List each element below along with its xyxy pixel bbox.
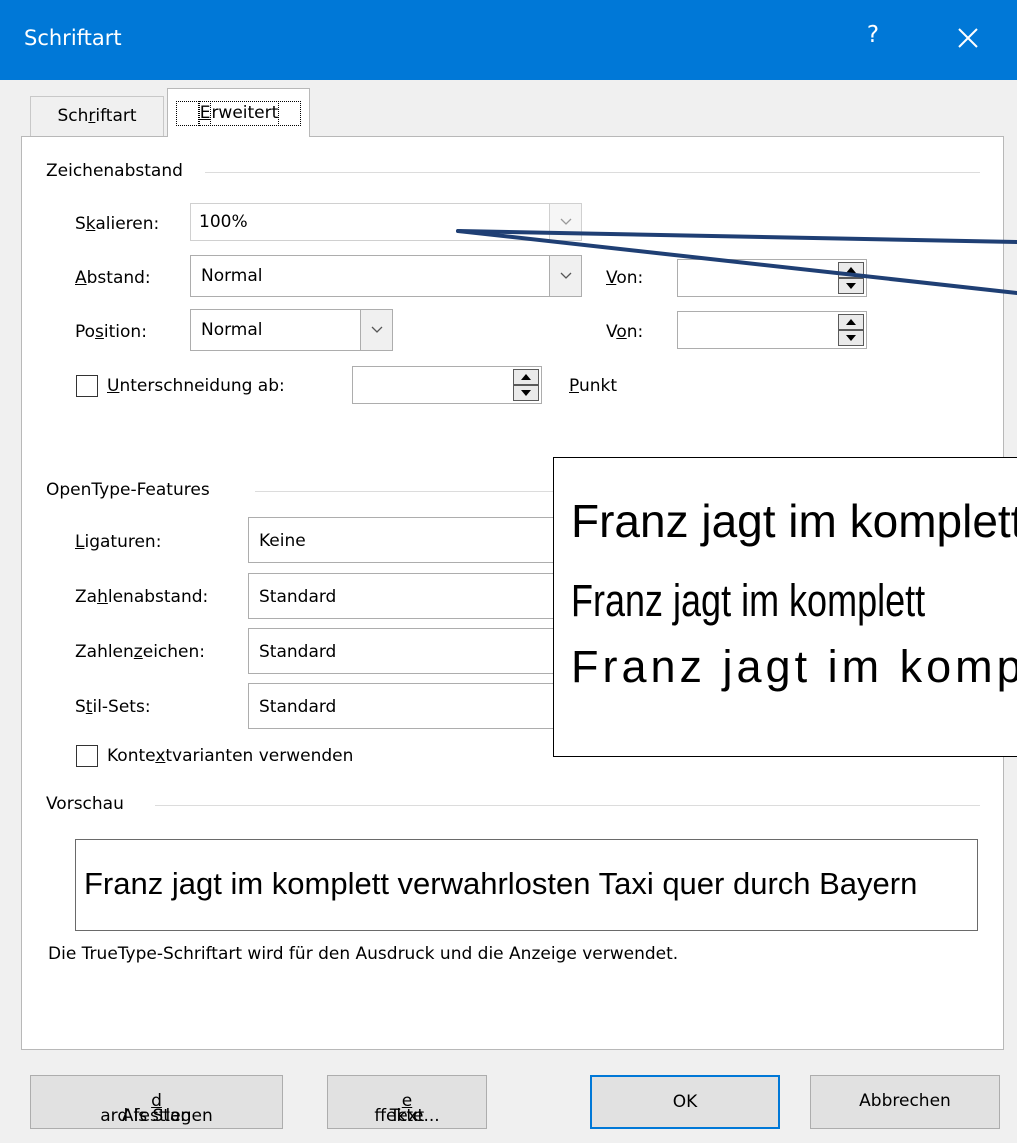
callout-line-condensed: Franz jagt im komplett — [571, 575, 926, 626]
spacing-by-label: Von: — [606, 268, 644, 288]
button-label: Abbrechen — [859, 1091, 951, 1111]
chevron-down-icon — [371, 326, 383, 333]
spin-up-button[interactable] — [838, 314, 864, 330]
tab-erweitert[interactable]: Erweitert — [167, 88, 310, 137]
spin-up-button[interactable] — [513, 369, 539, 385]
text-effects-button[interactable]: Text e ffekte... — [327, 1075, 487, 1129]
tab-schriftart[interactable]: Schriftart — [30, 96, 164, 136]
button-label: OK — [672, 1092, 698, 1112]
callout-line-normal: Franz jagt im komplett — [571, 495, 1017, 547]
position-by-label: Von: — [606, 322, 644, 342]
group-opentype: OpenType-Features — [46, 480, 218, 500]
kerning-checkbox[interactable] — [76, 375, 98, 397]
group-zeichenabstand: Zeichenabstand — [46, 161, 191, 181]
scale-label: Skalieren: — [75, 214, 160, 234]
group-vorschau: Vorschau — [46, 794, 132, 814]
preview-note: Die TrueType-Schriftart wird für den Aus… — [48, 944, 679, 964]
arrow-down-icon — [846, 335, 856, 341]
number-spacing-label: Zahlenabstand: — [75, 587, 209, 607]
group-divider — [205, 172, 980, 173]
stylistic-sets-value: Standard — [259, 697, 337, 717]
spin-down-button[interactable] — [838, 330, 864, 346]
scale-dropdown-button[interactable] — [549, 204, 581, 240]
stylistic-sets-combobox[interactable]: Standard — [248, 683, 568, 729]
ok-button[interactable]: OK — [590, 1075, 780, 1129]
ligatures-label: Ligaturen: — [75, 532, 162, 552]
button-label: Text e ffekte... — [374, 1091, 440, 1126]
set-default-button[interactable]: Als Stan d ard festlegen — [30, 1075, 283, 1129]
help-button[interactable]: ? — [862, 22, 884, 48]
kerning-unit-label: Punkt — [569, 376, 618, 396]
arrow-down-icon — [846, 283, 856, 289]
close-icon — [958, 28, 978, 48]
tab-label: Schriftart — [57, 106, 137, 126]
group-divider — [155, 805, 980, 806]
number-forms-label: Zahlenzeichen: — [75, 642, 205, 662]
contextual-alternates-checkbox[interactable] — [76, 745, 98, 767]
preview-box: Franz jagt im komplett verwahrlosten Tax… — [75, 839, 978, 931]
window-title: Schriftart — [24, 26, 122, 50]
position-value: Normal — [201, 320, 263, 340]
spacing-dropdown-button[interactable] — [549, 256, 581, 296]
font-comparison-callout: Franz jagt im komplett Franz jagt im kom… — [553, 457, 1017, 757]
arrow-up-icon — [846, 319, 856, 325]
position-dropdown-button[interactable] — [360, 310, 392, 350]
arrow-up-icon — [846, 267, 856, 273]
cancel-button[interactable]: Abbrechen — [810, 1075, 1000, 1129]
number-spacing-value: Standard — [259, 587, 337, 607]
title-bar: Schriftart ? — [0, 0, 1017, 80]
callout-line-expanded: Franz jagt im komplett — [571, 641, 1017, 692]
spinner-buttons — [838, 314, 864, 346]
button-label: Als Stan d ard festlegen — [100, 1091, 213, 1126]
ligatures-value: Keine — [259, 531, 306, 551]
tab-label: Erweitert — [176, 101, 301, 126]
position-by-spinner[interactable] — [677, 311, 867, 349]
arrow-down-icon — [521, 390, 531, 396]
spacing-label: Abstand: — [75, 268, 151, 288]
scale-value: 100% — [199, 212, 248, 232]
spacing-by-spinner[interactable] — [677, 259, 867, 297]
stylistic-sets-label: Stil-Sets: — [75, 697, 151, 717]
contextual-alternates-label: Kontextvarianten verwenden — [107, 746, 354, 766]
position-combobox[interactable]: Normal — [190, 309, 393, 351]
ligatures-combobox[interactable]: Keine — [248, 517, 568, 563]
kerning-label: Unterschneidung ab: — [107, 376, 285, 396]
number-forms-combobox[interactable]: Standard — [248, 628, 568, 674]
chevron-down-icon — [560, 218, 572, 225]
number-spacing-combobox[interactable]: Standard — [248, 573, 568, 619]
number-forms-value: Standard — [259, 642, 337, 662]
spin-down-button[interactable] — [838, 278, 864, 294]
preview-sample-text: Franz jagt im komplett verwahrlosten Tax… — [84, 866, 918, 901]
kerning-spinner[interactable] — [352, 366, 542, 404]
spacing-value: Normal — [201, 266, 263, 286]
chevron-down-icon — [560, 272, 572, 279]
spacing-combobox[interactable]: Normal — [190, 255, 582, 297]
position-label: Position: — [75, 322, 147, 342]
spinner-buttons — [513, 369, 539, 401]
close-button[interactable] — [950, 22, 986, 56]
arrow-up-icon — [521, 374, 531, 380]
spinner-buttons — [838, 262, 864, 294]
scale-combobox[interactable]: 100% — [190, 203, 582, 241]
spin-down-button[interactable] — [513, 385, 539, 401]
spin-up-button[interactable] — [838, 262, 864, 278]
